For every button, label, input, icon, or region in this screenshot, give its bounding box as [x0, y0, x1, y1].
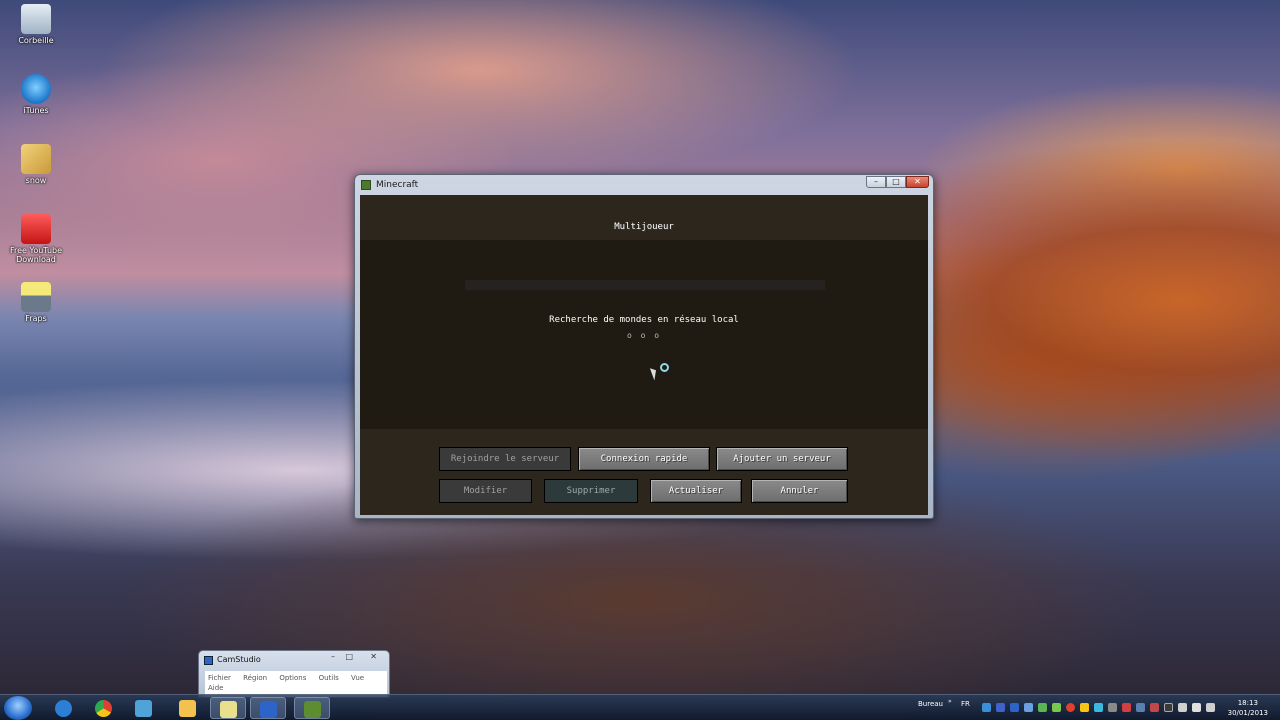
taskbar-file-explorer[interactable] — [170, 697, 206, 719]
refresh-button[interactable]: Actualiser — [650, 479, 742, 503]
menu-fichier[interactable]: Fichier — [208, 674, 231, 682]
file-explorer-icon — [179, 700, 196, 717]
camstudio-icon — [260, 701, 277, 718]
menu-options[interactable]: Options — [279, 674, 306, 682]
clock-time: 18:13 — [1237, 699, 1258, 707]
taskbar: Bureau » FR 18:13 30/01/2013 — [0, 694, 1280, 720]
folder-icon — [21, 144, 51, 174]
menu-region[interactable]: Région — [243, 674, 267, 682]
lan-scan-text: Recherche de mondes en réseau local — [549, 315, 739, 325]
youtube-download-icon — [21, 214, 51, 244]
delete-button[interactable]: Supprimer — [544, 479, 638, 503]
tray-app-icon[interactable] — [1136, 703, 1145, 712]
desktop-icon-snow[interactable]: snow — [8, 144, 64, 185]
tray-app-icon[interactable] — [1122, 703, 1131, 712]
add-server-button[interactable]: Ajouter un serveur — [716, 447, 848, 471]
taskbar-minecraft[interactable] — [294, 697, 330, 719]
server-list-area — [465, 280, 825, 290]
camstudio-minimize-button[interactable]: – — [331, 652, 335, 661]
fraps-icon — [21, 282, 51, 312]
loading-dots: o o o — [626, 331, 662, 340]
taskbar-folder-notes[interactable] — [210, 697, 246, 719]
menu-aide[interactable]: Aide — [208, 684, 223, 692]
join-server-button[interactable]: Rejoindre le serveur — [439, 447, 571, 471]
tray-app-icon[interactable] — [1080, 703, 1089, 712]
tray-app-icon[interactable] — [996, 703, 1005, 712]
minimize-button[interactable]: – — [866, 176, 886, 188]
minecraft-window: Minecraft – □ ✕ Multijoueur Recherche de… — [354, 174, 934, 519]
start-button[interactable] — [4, 696, 32, 720]
desktop-icon-fraps[interactable]: Fraps — [8, 282, 64, 323]
busy-spinner-icon — [660, 363, 669, 372]
action-center-icon[interactable] — [1178, 703, 1187, 712]
window-title: Minecraft — [376, 179, 419, 190]
desktop-icon-label: Fraps — [25, 314, 47, 323]
tray-chrome-icon[interactable] — [1066, 703, 1075, 712]
tray-app-icon[interactable] — [1150, 703, 1159, 712]
folder-notes-icon — [220, 701, 237, 718]
tray-app-icon[interactable] — [982, 703, 991, 712]
direct-connect-button[interactable]: Connexion rapide — [578, 447, 710, 471]
clock[interactable]: 18:13 30/01/2013 — [1228, 698, 1268, 718]
minecraft-app-icon — [361, 179, 371, 190]
maximize-button[interactable]: □ — [886, 176, 906, 188]
internet-explorer-icon — [55, 700, 72, 717]
edit-button[interactable]: Modifier — [439, 479, 532, 503]
tray-app-icon[interactable] — [1164, 703, 1173, 712]
taskbar-internet-explorer[interactable] — [46, 697, 82, 719]
desktop-icon-label: iTunes — [23, 106, 49, 115]
tray-app-icon[interactable] — [1108, 703, 1117, 712]
header-band — [360, 195, 928, 240]
camstudio-close-button[interactable]: ✕ — [370, 652, 377, 661]
taskbar-camstudio[interactable] — [250, 697, 286, 719]
desktop-icon-recycle-bin[interactable]: Corbeille — [8, 4, 64, 45]
itunes-icon — [21, 74, 51, 104]
mouse-cursor-icon — [649, 366, 660, 381]
network-status-icon[interactable] — [1192, 703, 1201, 712]
cancel-button[interactable]: Annuler — [751, 479, 848, 503]
tray-camstudio-icon[interactable] — [1010, 703, 1019, 712]
taskbar-chrome[interactable] — [86, 697, 122, 719]
clock-date: 30/01/2013 — [1227, 709, 1268, 717]
network-icon — [135, 700, 152, 717]
desktop-icon-itunes[interactable]: iTunes — [8, 74, 64, 115]
desktop-toolbar-label[interactable]: Bureau — [918, 700, 943, 708]
screen-title: Multijoueur — [614, 222, 674, 232]
desktop-icon-label: snow — [25, 176, 47, 185]
menu-outils[interactable]: Outils — [319, 674, 339, 682]
tray-app-icon[interactable] — [1052, 703, 1061, 712]
desktop-icon-youtube-download[interactable]: Free YouTube Download — [8, 214, 64, 264]
camstudio-title: CamStudio — [217, 655, 261, 664]
desktop-icon-label: Free YouTube Download — [9, 246, 63, 264]
volume-icon[interactable] — [1206, 703, 1215, 712]
camstudio-window: CamStudio – □ ✕ Fichier Région Options O… — [198, 650, 390, 698]
menu-vue[interactable]: Vue — [351, 674, 364, 682]
toolbar-chevron-icon[interactable]: » — [948, 698, 952, 705]
recycle-bin-icon — [21, 4, 51, 34]
taskbar-network[interactable] — [126, 697, 162, 719]
tray-app-icon[interactable] — [1024, 703, 1033, 712]
minecraft-game-area: Multijoueur Recherche de mondes en résea… — [360, 195, 928, 515]
tray-skype-icon[interactable] — [1094, 703, 1103, 712]
language-indicator[interactable]: FR — [961, 700, 970, 708]
chrome-icon — [95, 700, 112, 717]
close-button[interactable]: ✕ — [906, 176, 929, 188]
minecraft-icon — [304, 701, 321, 718]
tray-app-icon[interactable] — [1038, 703, 1047, 712]
minecraft-titlebar[interactable]: Minecraft — [355, 175, 933, 194]
camstudio-icon — [204, 656, 213, 665]
desktop-icon-label: Corbeille — [18, 36, 54, 45]
camstudio-maximize-button[interactable]: □ — [345, 652, 353, 661]
